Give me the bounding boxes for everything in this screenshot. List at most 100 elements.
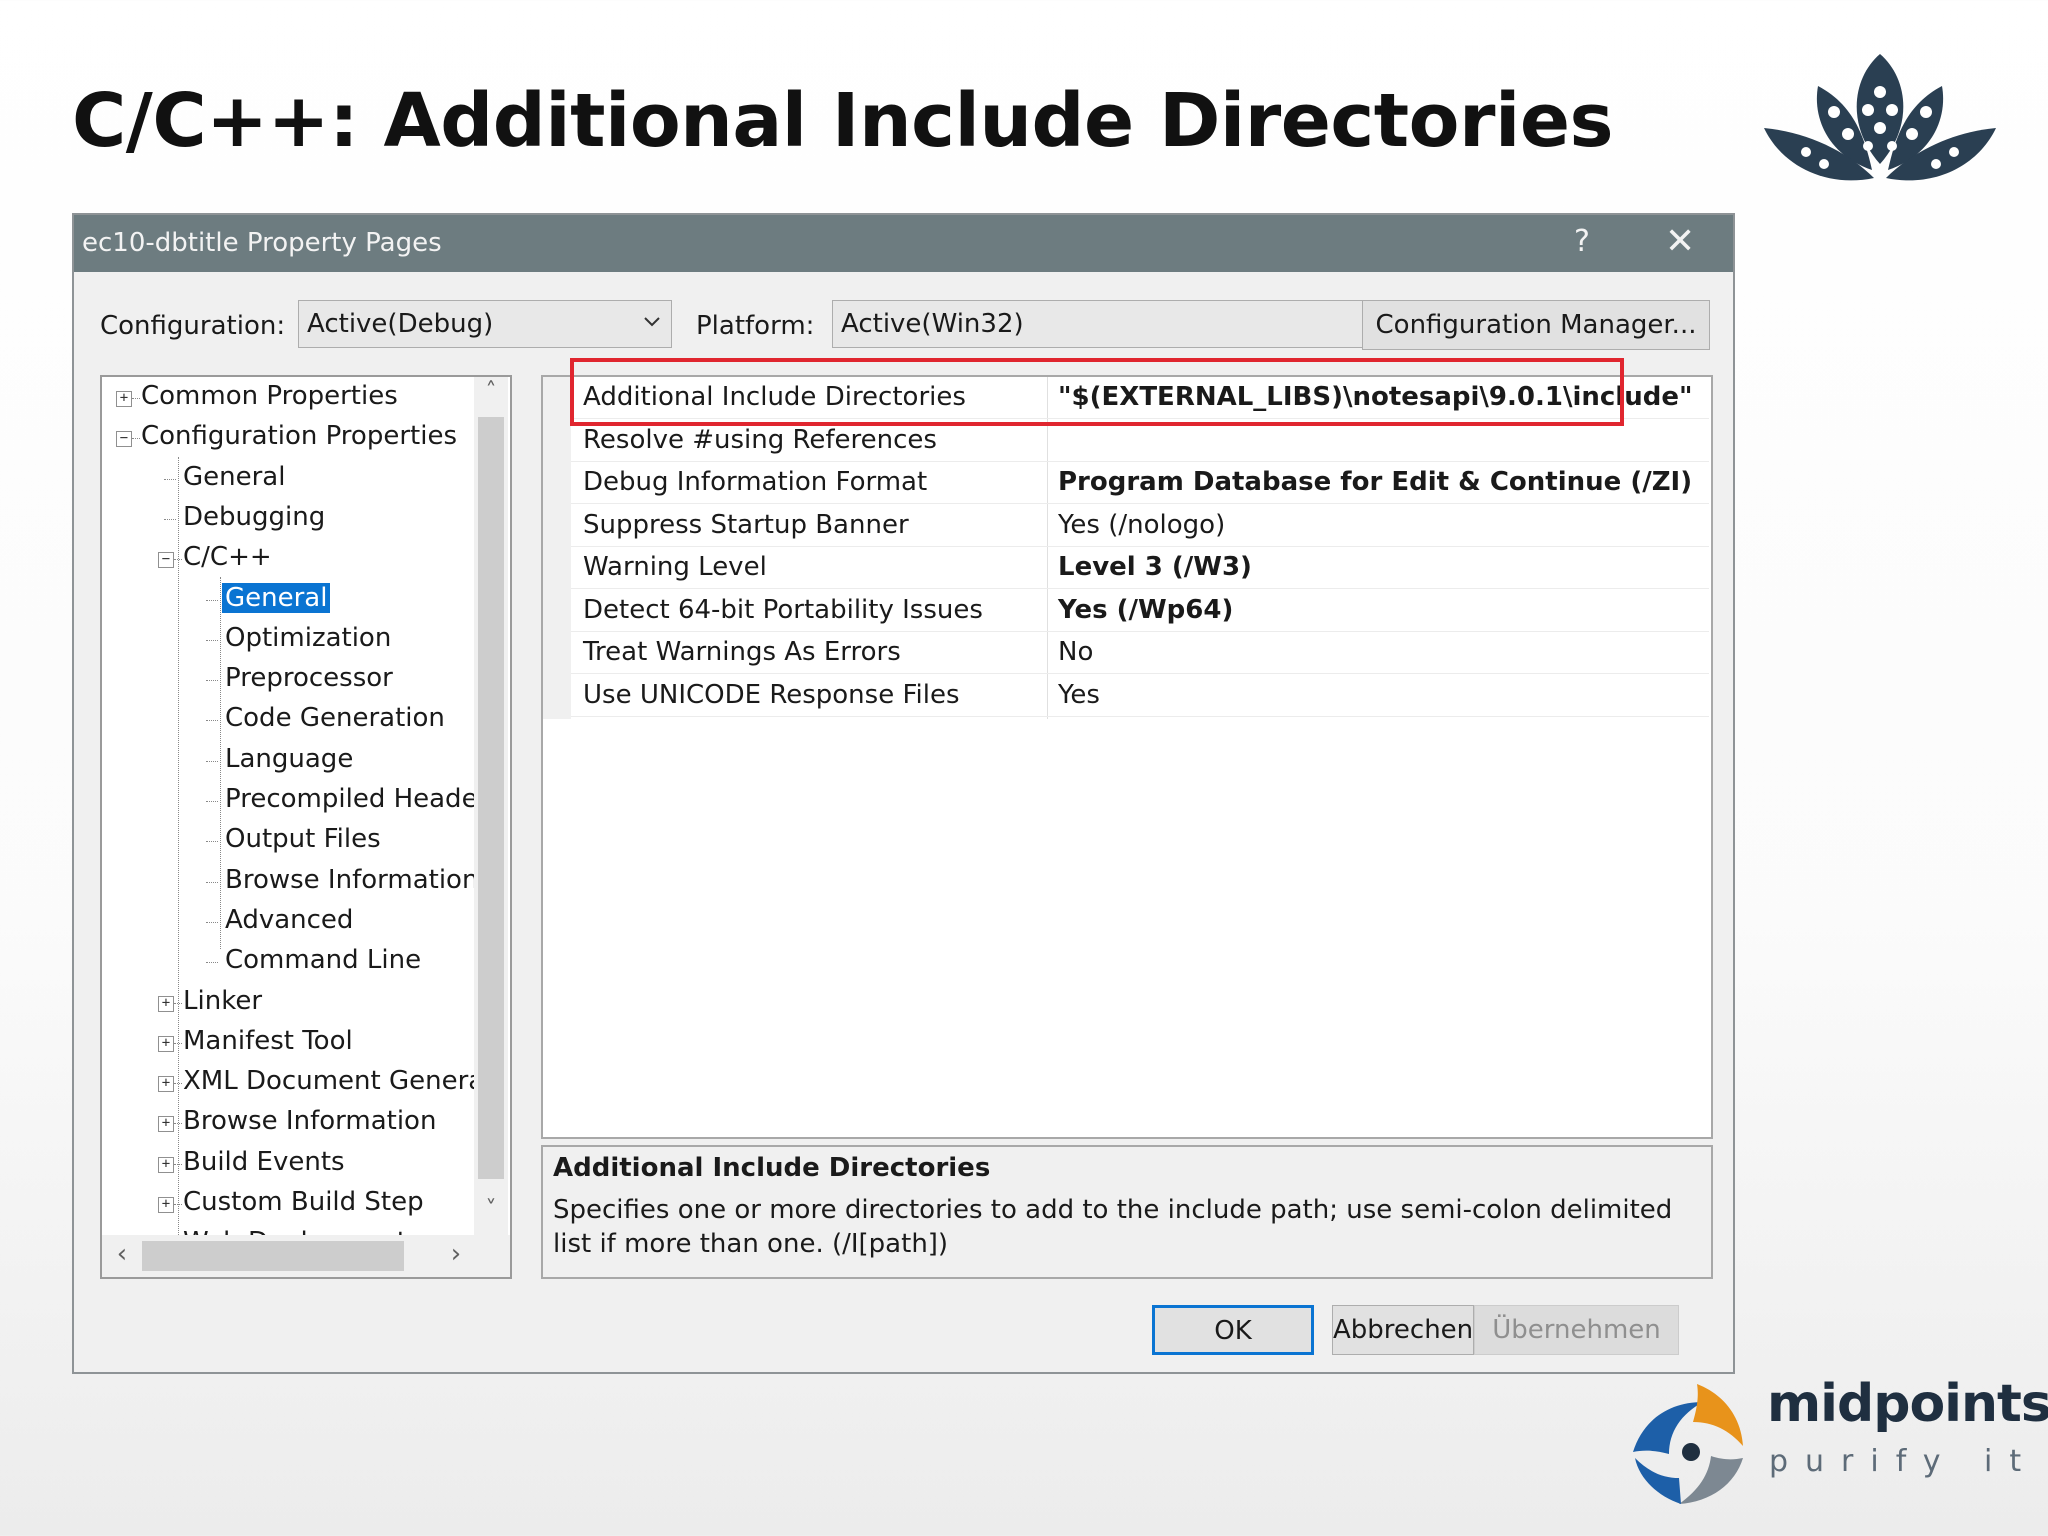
tree-item[interactable]: General: [102, 581, 474, 619]
slide-title: C/C++: Additional Include Directories: [72, 78, 1614, 164]
ok-button[interactable]: OK: [1152, 1305, 1314, 1355]
property-row[interactable]: Detect 64-bit Portability Issues Yes (/Wp…: [571, 590, 1709, 632]
tree-item[interactable]: + Linker: [102, 984, 474, 1022]
property-row[interactable]: Warning Level Level 3 (/W3): [571, 547, 1709, 589]
tree-item-label: General: [183, 461, 286, 492]
property-value[interactable]: Yes (/Wp64): [1058, 595, 1233, 625]
property-value[interactable]: Level 3 (/W3): [1058, 552, 1252, 582]
tree-guide-line: [178, 457, 179, 1235]
tree-guide-line: [220, 577, 221, 949]
platform-value: Active(Win32): [841, 309, 1024, 339]
tree-item[interactable]: Preprocessor: [102, 661, 474, 699]
tree-connector: [206, 921, 218, 923]
category-tree: + Common Properties − Configuration Propert…: [100, 375, 512, 1279]
tree-item[interactable]: + Common Properties: [102, 379, 474, 417]
highlight-annotation: [570, 358, 1624, 426]
tree-connector: [206, 599, 218, 601]
tree-item-label: Command Line: [225, 945, 422, 976]
tree-item[interactable]: Command Line: [102, 943, 474, 981]
collapse-icon[interactable]: −: [158, 552, 174, 569]
scroll-right-icon[interactable]: ›: [438, 1239, 474, 1273]
grid-gutter: [543, 377, 571, 719]
property-name: Suppress Startup Banner: [583, 509, 909, 540]
tree-item[interactable]: + Custom Build Step: [102, 1185, 474, 1223]
property-name: Warning Level: [583, 552, 767, 582]
tree-item-label: Configuration Properties: [141, 421, 457, 452]
tree-connector: [206, 962, 218, 964]
tree-item-label: C/C++: [183, 542, 272, 573]
expand-icon[interactable]: +: [116, 391, 132, 407]
property-value[interactable]: Yes (/nologo): [1058, 510, 1225, 540]
property-description: Additional Include Directories Specifies…: [541, 1145, 1713, 1279]
help-icon[interactable]: ?: [1574, 224, 1590, 259]
expand-icon[interactable]: +: [158, 1197, 174, 1213]
tree-item-label: Preprocessor: [225, 663, 393, 694]
tree-item[interactable]: Advanced: [102, 903, 474, 941]
tree-item-label: Precompiled Heade: [225, 784, 474, 814]
tree-item[interactable]: Output Files: [102, 822, 474, 860]
tree-connector: [206, 760, 218, 762]
tree-item[interactable]: Code Generation: [102, 701, 474, 739]
tree-item-label: Advanced: [225, 904, 354, 935]
property-name: Resolve #using References: [583, 424, 937, 455]
tree-item-label: Custom Build Step: [183, 1187, 424, 1217]
tree-item[interactable]: − Configuration Properties: [102, 419, 474, 457]
tree-connector: [164, 478, 176, 480]
configuration-select[interactable]: Active(Debug): [298, 300, 672, 348]
tree-item[interactable]: + Manifest Tool: [102, 1024, 474, 1062]
tree-item[interactable]: + XML Document Genera: [102, 1064, 474, 1102]
scroll-left-icon[interactable]: ‹: [104, 1239, 140, 1273]
tree-connector: [206, 680, 218, 682]
property-value[interactable]: No: [1058, 637, 1093, 667]
tree-item[interactable]: + Build Events: [102, 1145, 474, 1183]
configuration-manager-button[interactable]: Configuration Manager...: [1362, 300, 1710, 350]
tree-item[interactable]: General: [102, 460, 474, 498]
tree-vertical-scrollbar[interactable]: ˄ ˅: [474, 377, 508, 1235]
tree-item-label: Output Files: [225, 824, 381, 855]
platform-select[interactable]: Active(Win32): [832, 300, 1410, 348]
property-row[interactable]: Treat Warnings As Errors No: [571, 632, 1709, 674]
tree-connector: [206, 881, 218, 883]
tree-item-label: Language: [225, 743, 354, 774]
close-icon[interactable]: ✕: [1665, 221, 1695, 262]
property-row[interactable]: Use UNICODE Response Files Yes: [571, 675, 1709, 717]
expand-icon[interactable]: +: [158, 1156, 174, 1173]
cancel-button[interactable]: Abbrechen: [1332, 1305, 1474, 1355]
expand-icon[interactable]: +: [158, 1076, 174, 1093]
tree-rows: + Common Properties − Configuration Propert…: [102, 377, 474, 1235]
property-value[interactable]: Yes: [1058, 680, 1100, 710]
collapse-icon[interactable]: −: [116, 431, 132, 448]
tree-item-label: Code Generation: [225, 703, 445, 734]
expand-icon[interactable]: +: [158, 1116, 174, 1133]
property-name: Treat Warnings As Errors: [583, 637, 901, 667]
scroll-up-icon[interactable]: ˄: [474, 379, 508, 415]
dialog-titlebar[interactable]: ec10-dbtitle Property Pages ? ✕: [74, 215, 1733, 272]
scroll-thumb[interactable]: [478, 417, 504, 1179]
tree-item[interactable]: Precompiled Heade: [102, 782, 474, 820]
configuration-value: Active(Debug): [307, 309, 494, 339]
tree-horizontal-scrollbar[interactable]: ‹ ›: [102, 1235, 510, 1277]
tree-item[interactable]: Optimization: [102, 621, 474, 659]
tree-item-label: Debugging: [183, 501, 326, 532]
tree-item[interactable]: Debugging: [102, 500, 474, 538]
tree-item[interactable]: Language: [102, 742, 474, 780]
property-name: Detect 64-bit Portability Issues: [583, 594, 983, 625]
property-value[interactable]: Program Database for Edit & Continue (/Z…: [1058, 467, 1692, 497]
property-row[interactable]: Debug Information Format Program Database…: [571, 462, 1709, 504]
property-name: Use UNICODE Response Files: [583, 679, 960, 710]
midpoints-logo: midpoints purify it: [1625, 1374, 2048, 1510]
tree-item[interactable]: + Browse Information: [102, 1104, 474, 1142]
expand-icon[interactable]: +: [158, 1035, 174, 1052]
tree-item[interactable]: Browse Information: [102, 863, 474, 901]
apply-button: Übernehmen: [1474, 1305, 1679, 1355]
property-row[interactable]: Suppress Startup Banner Yes (/nologo): [571, 505, 1709, 547]
tree-item[interactable]: − C/C++: [102, 540, 474, 578]
dialog-title: ec10-dbtitle Property Pages: [82, 228, 442, 258]
tree-connector: [206, 720, 218, 722]
tree-item-label: Common Properties: [141, 381, 398, 411]
expand-icon[interactable]: +: [158, 995, 174, 1012]
scroll-thumb[interactable]: [142, 1241, 404, 1271]
scroll-down-icon[interactable]: ˅: [474, 1197, 508, 1233]
tree-item[interactable]: +Web Deployment: [102, 1225, 474, 1235]
configuration-label: Configuration:: [100, 311, 286, 341]
